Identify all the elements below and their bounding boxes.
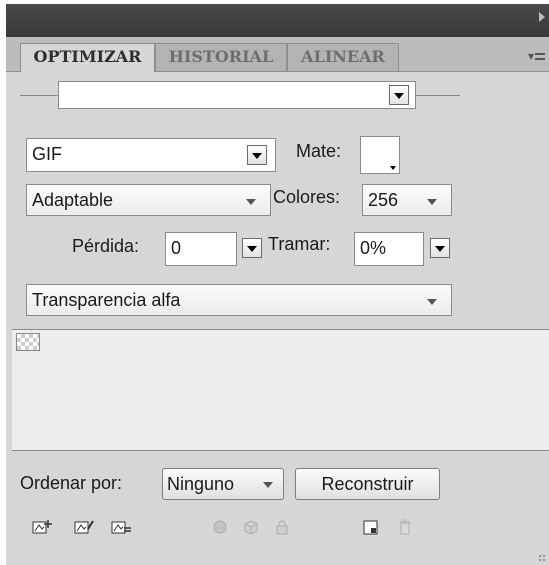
sort-value: Ninguno — [167, 474, 235, 494]
color-table[interactable] — [12, 329, 549, 451]
remove-color-icon[interactable] — [111, 519, 131, 535]
matte-dropdown-icon[interactable] — [390, 166, 396, 170]
palette-value: Adaptable — [32, 190, 114, 210]
transparency-value: Transparencia alfa — [32, 290, 181, 310]
preset-dropdown-icon[interactable] — [389, 85, 409, 105]
preset-select[interactable] — [58, 81, 416, 109]
web-snap-icon — [213, 520, 227, 534]
panel-menu-icon[interactable]: ▾ — [528, 49, 545, 63]
loss-input[interactable]: 0 — [165, 232, 237, 266]
tab-bar: OPTIMIZAR HISTORIAL ALINEAR ▾ — [6, 37, 549, 72]
lock-color-icon — [276, 520, 288, 535]
colors-value: 256 — [368, 190, 399, 210]
edit-color-icon[interactable] — [74, 519, 94, 535]
palette-chevron-down-icon — [246, 199, 256, 205]
panel-titlebar[interactable] — [6, 4, 549, 37]
sort-select[interactable]: Ninguno — [162, 468, 284, 500]
dither-input[interactable]: 0% — [354, 232, 424, 266]
palette-select[interactable]: Adaptable — [26, 184, 271, 216]
collapse-arrow-icon[interactable] — [539, 12, 545, 22]
sort-chevron-down-icon — [263, 482, 273, 488]
cube-icon — [244, 520, 258, 535]
dither-value: 0% — [360, 238, 387, 258]
matte-swatch[interactable] — [360, 136, 400, 174]
add-to-palette-icon[interactable] — [32, 519, 52, 535]
loss-dropdown-icon[interactable] — [242, 238, 262, 258]
trash-icon — [400, 519, 410, 535]
transparency-select[interactable]: Transparencia alfa — [26, 284, 452, 316]
tab-historial[interactable]: HISTORIAL — [155, 43, 287, 71]
colors-chevron-down-icon — [427, 199, 437, 205]
tab-alinear[interactable]: ALINEAR — [287, 43, 399, 71]
dither-dropdown-icon[interactable] — [430, 238, 450, 258]
new-color-icon[interactable] — [362, 519, 380, 535]
format-value: GIF — [32, 144, 62, 164]
divider-right — [416, 95, 460, 96]
format-dropdown-icon[interactable] — [247, 145, 267, 165]
divider-left — [20, 95, 58, 96]
loss-value: 0 — [171, 238, 182, 258]
transparency-chevron-down-icon — [427, 299, 437, 305]
transparent-swatch[interactable] — [16, 333, 40, 351]
matte-label: Mate: — [296, 141, 342, 161]
dither-label: Tramar: — [268, 234, 331, 254]
tab-optimizar[interactable]: OPTIMIZAR — [20, 43, 155, 72]
colors-select[interactable]: 256 — [362, 184, 452, 216]
colors-label: Colores: — [273, 187, 341, 207]
optimize-panel: OPTIMIZAR HISTORIAL ALINEAR ▾ GIF Mate: … — [6, 4, 549, 565]
sort-label: Ordenar por: — [20, 473, 123, 493]
rebuild-button[interactable]: Reconstruir — [295, 468, 440, 500]
loss-label: Pérdida: — [72, 236, 140, 256]
format-select[interactable]: GIF — [26, 138, 276, 172]
resize-grip[interactable] — [538, 554, 546, 562]
